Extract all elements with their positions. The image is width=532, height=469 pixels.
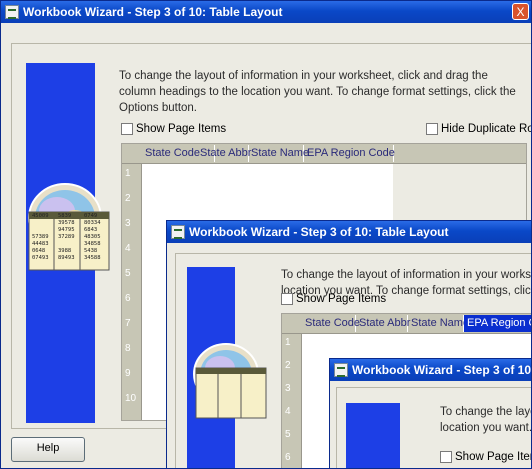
art-number: 39578 — [58, 220, 75, 226]
row-number: 8 — [125, 343, 131, 354]
help-button[interactable]: Help — [11, 437, 85, 462]
row-header-column: 1 2 3 4 5 6 7 8 9 10 — [122, 164, 142, 420]
checkbox-box — [440, 451, 452, 463]
hide-duplicate-rows-label: Hide Duplicate Rows — [441, 123, 531, 135]
nested-show-page-items-checkbox[interactable]: Show Page Items — [281, 293, 386, 305]
window-title: Workbook Wizard - Step 3 of 10: Table La… — [23, 5, 283, 19]
nested2-instructions-line2: location you want. To c — [440, 422, 532, 434]
checkbox-box — [281, 293, 293, 305]
column-header-state-abbr[interactable]: State Abbr — [356, 315, 410, 332]
checkbox-box — [121, 123, 133, 135]
art-number: 44483 — [32, 241, 49, 247]
show-page-items-label: Show Page Items — [136, 123, 227, 135]
nested2-window-title: Workbook Wizard - Step 3 of 10: Table L — [352, 363, 532, 377]
nested-window-title: Workbook Wizard - Step 3 of 10: Table La… — [189, 225, 449, 239]
row-number: 5 — [285, 429, 291, 440]
instructions-text: To change the layout of information in y… — [119, 70, 516, 114]
column-header-state-name[interactable]: State Name — [408, 315, 469, 332]
row-number: 2 — [125, 193, 131, 204]
row-number: 10 — [125, 393, 137, 404]
row-number: 3 — [125, 218, 131, 229]
show-page-items-checkbox[interactable]: Show Page Items — [121, 123, 226, 135]
hide-duplicate-rows-checkbox[interactable]: Hide Duplicate Rows — [426, 123, 531, 135]
nested-show-page-items-label: Show Page Items — [296, 293, 387, 305]
art-number: 89493 — [58, 255, 75, 261]
row-number: 4 — [125, 243, 131, 254]
column-header-state-name[interactable]: State Name — [248, 145, 309, 162]
title-bar[interactable]: Workbook Wizard - Step 3 of 10: Table La… — [1, 1, 531, 23]
close-button[interactable]: X — [512, 3, 529, 20]
art-number: 57389 — [32, 234, 49, 240]
art-number: 5839 — [58, 213, 72, 219]
row-number: 7 — [125, 318, 131, 329]
art-number: 37289 — [58, 234, 75, 240]
nested-instructions-line1: To change the layout of information in y… — [281, 269, 531, 281]
row-number: 1 — [285, 337, 291, 348]
nested2-show-page-items-checkbox[interactable]: Show Page Items — [440, 451, 531, 463]
art-number: 45009 — [32, 213, 49, 219]
art-number — [58, 241, 82, 248]
art-number: 07493 — [32, 255, 49, 261]
art-number: 5438 — [84, 248, 98, 254]
checkbox-box — [426, 123, 438, 135]
art-number: 34858 — [84, 241, 101, 247]
nested2-side-graphic — [346, 403, 400, 468]
row-number: 4 — [285, 406, 291, 417]
nested2-instructions-line1: To change the layout o — [440, 406, 531, 418]
column-header-epa-region-code[interactable]: EPA Region Code — [464, 315, 531, 332]
art-number — [32, 227, 56, 234]
workbook-icon — [5, 5, 19, 19]
art-number: 0749 — [84, 213, 98, 219]
art-number: 34588 — [84, 255, 101, 261]
column-header-epa-region-code[interactable]: EPA Region Code — [304, 145, 395, 162]
art-number: 94795 — [58, 227, 75, 233]
art-number: 6843 — [84, 227, 98, 233]
row-header-column: 1 2 3 4 5 6 — [282, 334, 302, 468]
row-number: 6 — [285, 452, 291, 463]
column-header-state-abbr[interactable]: State Abbr — [197, 145, 251, 162]
art-number — [32, 220, 56, 227]
workbook-icon — [171, 225, 185, 239]
row-number: 3 — [285, 383, 291, 394]
art-number: 0648 — [32, 248, 46, 254]
art-number: 48305 — [84, 234, 101, 240]
art-number: 80334 — [84, 220, 101, 226]
nested-title-bar[interactable]: Workbook Wizard - Step 3 of 10: Table La… — [167, 221, 531, 243]
row-number: 6 — [125, 293, 131, 304]
nested-artwork-cd-icon — [193, 343, 267, 419]
nested-wizard-window-2: Workbook Wizard - Step 3 of 10: Table L … — [329, 358, 532, 469]
art-number: 3988 — [58, 248, 72, 254]
row-number: 1 — [125, 168, 131, 179]
nested2-show-page-items-label: Show Page Items — [455, 451, 531, 463]
row-number: 5 — [125, 268, 131, 279]
column-header-state-code[interactable]: State Code — [302, 315, 360, 332]
workbook-icon — [334, 363, 348, 377]
row-number: 2 — [285, 360, 291, 371]
row-number: 9 — [125, 368, 131, 379]
nested2-title-bar[interactable]: Workbook Wizard - Step 3 of 10: Table L — [330, 359, 531, 381]
